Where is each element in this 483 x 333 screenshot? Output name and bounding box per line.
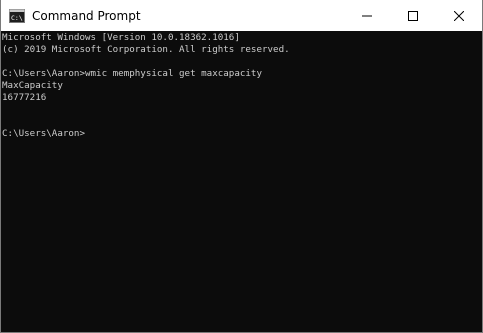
maximize-icon [408,10,418,21]
console-line: Microsoft Windows [Version 10.0.18362.10… [2,32,240,43]
minimize-icon [362,15,372,16]
console-line: MaxCapacity [2,80,63,91]
minimize-button[interactable] [344,0,390,31]
maximize-button[interactable] [390,0,436,31]
command-prompt-line: C:\Users\Aaron> [2,128,85,139]
console-line: 16777216 [2,92,47,103]
cmd-icon: C:\ [9,8,25,24]
title-bar[interactable]: C:\ Command Prompt [1,0,482,31]
window-title: Command Prompt [32,8,141,23]
close-button[interactable] [436,0,482,31]
console-line: C:\Users\Aaron>wmic memphysical get maxc… [2,68,262,79]
console-line: (c) 2019 Microsoft Corporation. All righ… [2,44,290,55]
console-output[interactable]: Microsoft Windows [Version 10.0.18362.10… [1,31,482,332]
command-prompt-window: C:\ Command Prompt Microsoft Windows [Ve… [0,0,483,333]
close-icon [454,10,464,21]
window-controls [344,0,482,31]
svg-text:C:\: C:\ [11,14,23,22]
